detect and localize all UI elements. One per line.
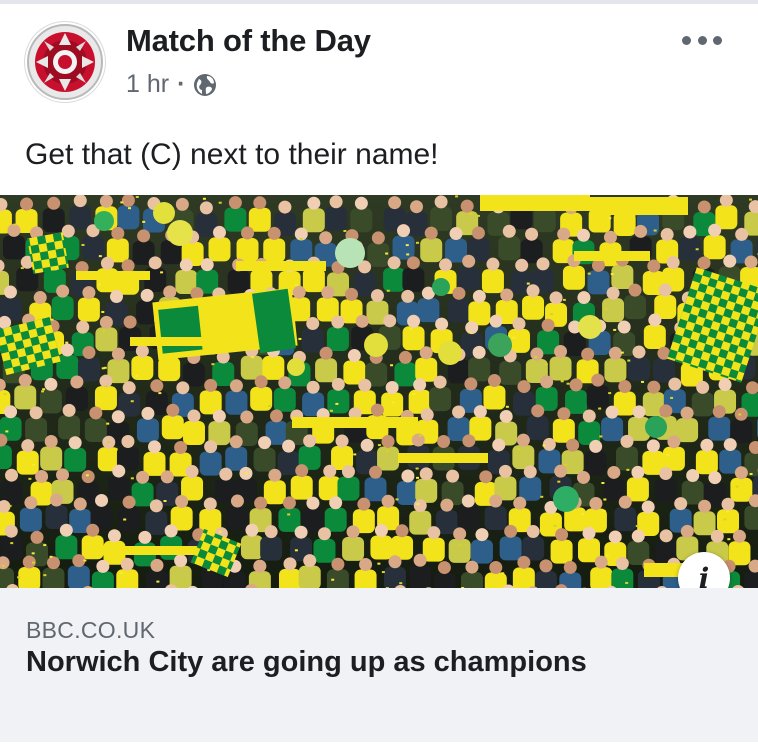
more-dot: [697, 35, 707, 45]
more-horizontal-icon: [682, 35, 691, 45]
page-name-link[interactable]: Match of the Day: [126, 23, 371, 59]
link-domain: BBC.CO.UK: [26, 617, 156, 643]
post-timestamp[interactable]: 1 hr: [126, 70, 169, 99]
post-image[interactable]: [0, 195, 758, 588]
link-headline[interactable]: Norwich City are going up as champions: [26, 646, 587, 679]
meta-separator: ·: [177, 70, 186, 98]
page-avatar[interactable]: [24, 21, 106, 103]
more-dot: [713, 35, 722, 45]
link-preview[interactable]: BBC.CO.UK Norwich City are going up as c…: [0, 588, 758, 742]
motd-logo-icon: [27, 24, 103, 100]
crowd-photo: [0, 195, 758, 588]
post-message: Get that (C) next to their name!: [25, 138, 439, 171]
post-header: Match of the Day 1 hr ·: [0, 4, 758, 112]
globe-icon[interactable]: [193, 73, 217, 97]
bottom-spacer: [0, 742, 758, 750]
more-options-button[interactable]: [682, 32, 722, 48]
post-meta: 1 hr ·: [126, 70, 217, 99]
